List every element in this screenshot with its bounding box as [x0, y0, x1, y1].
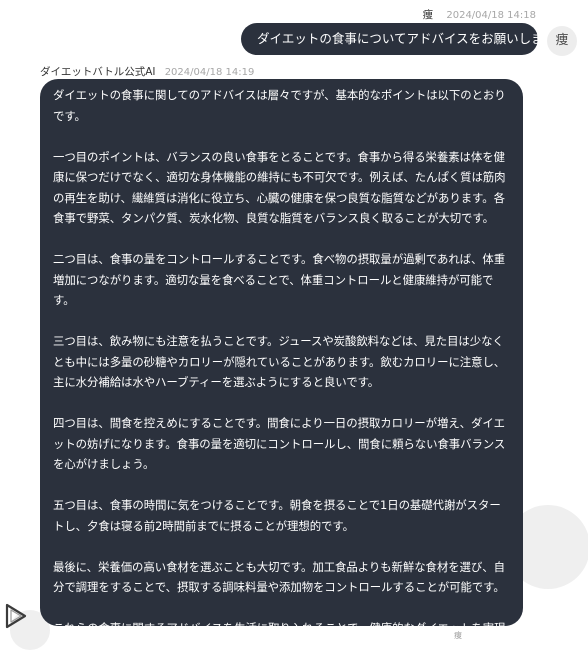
- bot-paragraph-2: 一つ目のポイントは、バランスの良い食事をとることです。食事から得る栄養素は体を健…: [53, 149, 506, 226]
- bot-paragraph-1: ダイエットの食事に関してのアドバイスは層々ですが、基本的なポイントは以下のとおり…: [53, 88, 506, 123]
- play-triangle-icon: [4, 602, 28, 630]
- bot-message-body: ダイエットの食事に関してのアドバイスは層々ですが、基本的なポイントは以下のとおり…: [53, 85, 510, 626]
- bot-message-bubble: ダイエットの食事に関してのアドバイスは層々ですが、基本的なポイントは以下のとおり…: [40, 79, 523, 626]
- bot-paragraph-7: 最後に、栄養価の高い食材を選ぶことも大切です。加工食品よりも新鮮な食材を選び、自…: [53, 559, 505, 595]
- bot-paragraph-4: 三つ目は、飲み物にも注意を払うことです。ジュースや炭酸飲料などは、見た目は少なく…: [53, 334, 506, 389]
- bot-name: ダイエットバトル公式AI: [40, 66, 156, 78]
- user-name: 痩: [422, 9, 434, 21]
- bot-paragraph-8: これらの食事に関するアドバイスを生活に取り入れることで、健康的なダイエットを実現…: [53, 618, 510, 626]
- user-avatar: 痩: [547, 26, 577, 56]
- bottom-tail-text: 痩: [454, 631, 462, 640]
- bot-paragraph-6: 五つ目は、食事の時間に気をつけることです。朝食を摂ることで1日の基礎代謝がスター…: [53, 498, 501, 533]
- user-timestamp: 2024/04/18 14:18: [446, 10, 536, 21]
- bot-timestamp: 2024/04/18 14:19: [164, 67, 255, 78]
- bot-message-meta: ダイエットバトル公式AI 2024/04/18 14:19: [40, 66, 254, 79]
- user-avatar-text: 痩: [555, 33, 569, 48]
- user-message-meta: 痩 2024/04/18 14:18: [423, 9, 536, 22]
- user-message-bubble: ダイエットの食事についてアドバイスをお願いします: [241, 23, 556, 55]
- bot-paragraph-3: 二つ目は、食事の量をコントロールすることです。食べ物の摂取量が過剰であれば、体重…: [53, 252, 506, 307]
- bot-paragraph-5: 四つ目は、間食を控えめにすることです。間食により一日の摂取カロリーが増え、ダイエ…: [53, 416, 506, 471]
- user-message-text: ダイエットの食事についてアドバイスをお願いします: [257, 31, 557, 46]
